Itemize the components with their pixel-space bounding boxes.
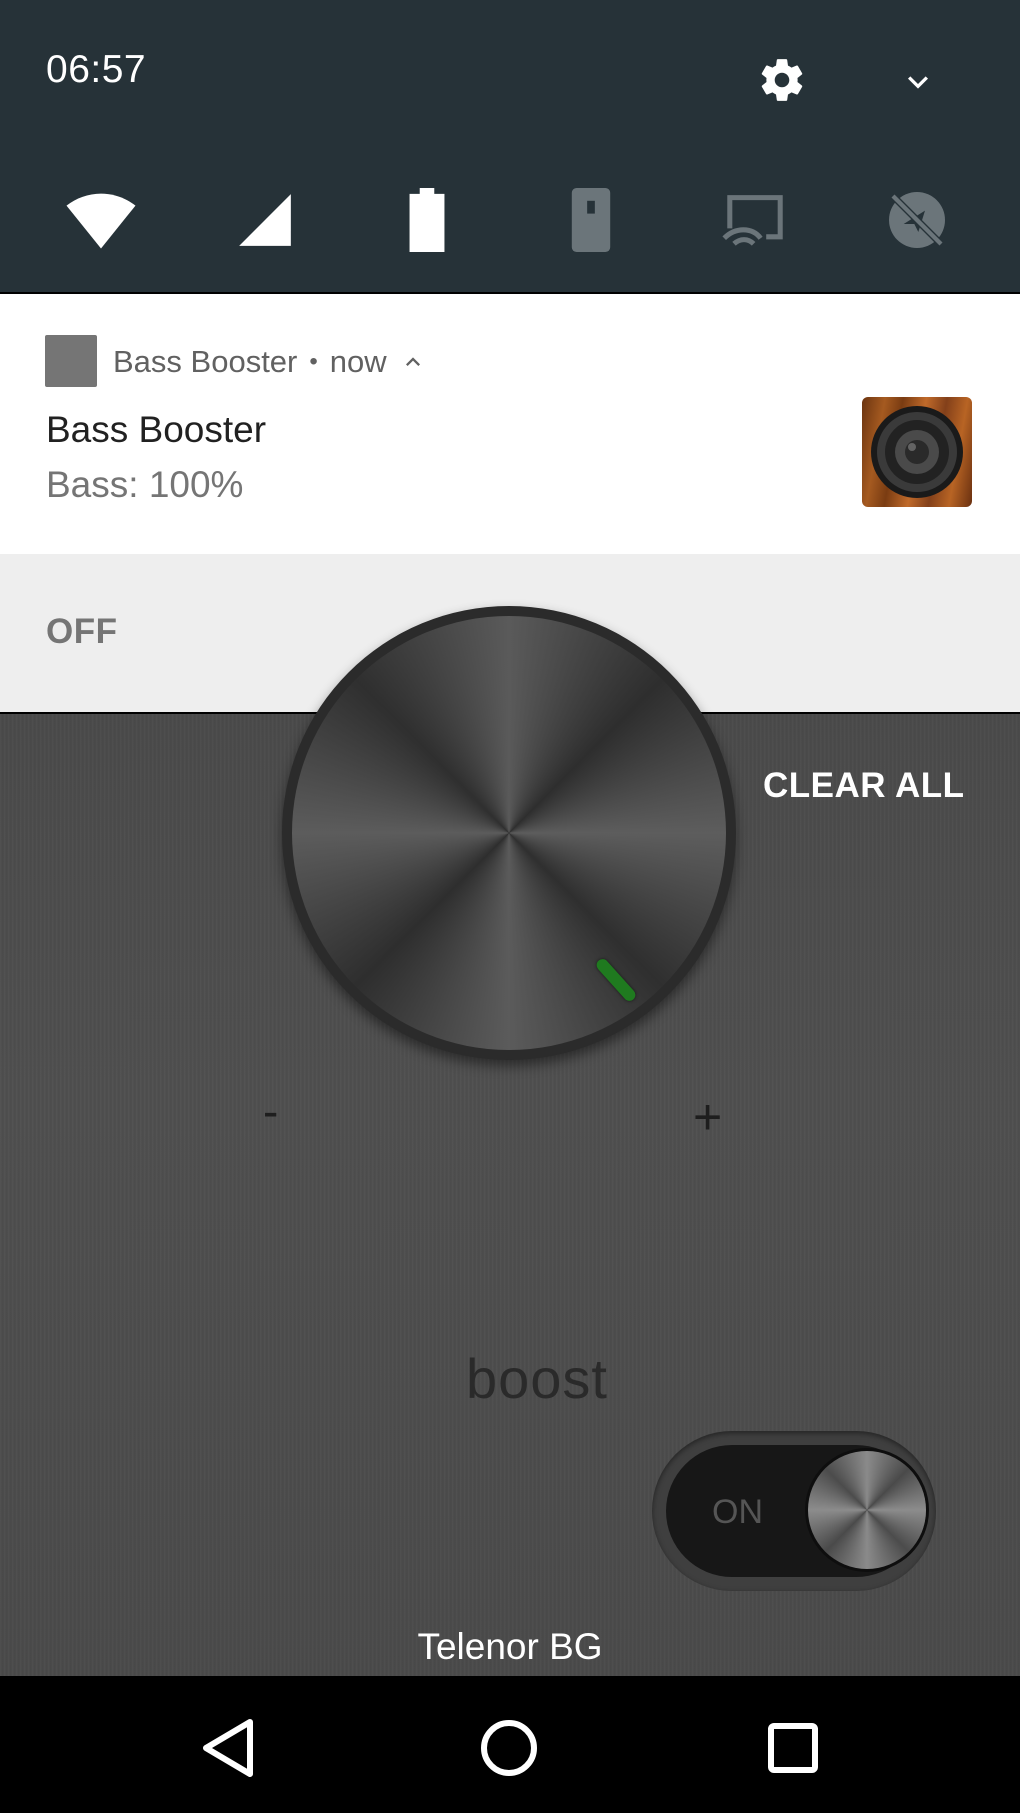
bass-booster-app: CLEAR ALL - + boost ON Telenor BG	[0, 606, 1020, 1676]
notification-title: Bass Booster	[46, 409, 267, 450]
speaker-icon	[862, 397, 972, 507]
clear-all-button[interactable]: CLEAR ALL	[763, 766, 965, 806]
carrier-label: Telenor BG	[417, 1626, 603, 1667]
location-off-icon	[889, 192, 945, 248]
boost-toggle[interactable]: ON	[652, 1431, 936, 1591]
notification-time: now	[329, 344, 387, 379]
recents-icon	[768, 1723, 818, 1773]
cast-icon	[722, 195, 783, 246]
home-button[interactable]	[459, 1698, 559, 1798]
back-button[interactable]	[178, 1698, 278, 1798]
notification-card[interactable]: Bass Booster • now Bass Booster Bass: 10…	[0, 294, 1020, 554]
settings-icon	[761, 59, 803, 101]
notification-header: Bass Booster • now	[113, 344, 427, 380]
boost-label: boost	[466, 1347, 608, 1410]
wifi-icon	[66, 193, 136, 249]
tile-flashlight[interactable]	[546, 182, 636, 258]
bass-knob[interactable]	[282, 606, 736, 1060]
toggle-track: ON	[666, 1445, 926, 1577]
chevron-down-icon	[908, 76, 928, 89]
chevron-up-icon[interactable]	[399, 348, 427, 376]
recents-button[interactable]	[743, 1698, 843, 1798]
app-small-icon	[45, 335, 97, 387]
tile-cast[interactable]	[710, 182, 800, 258]
flashlight-icon	[571, 188, 611, 252]
battery-icon	[409, 188, 445, 252]
plus-label: +	[693, 1089, 723, 1145]
notification-app-name: Bass Booster	[113, 344, 298, 379]
toggle-on-label: ON	[712, 1493, 763, 1531]
tile-battery[interactable]	[382, 182, 472, 258]
collapse-button[interactable]	[888, 52, 948, 112]
back-icon	[203, 1719, 253, 1777]
minus-label: -	[263, 1085, 279, 1137]
tile-location[interactable]	[872, 182, 962, 258]
notification-text: Bass: 100%	[46, 464, 244, 505]
home-icon	[481, 1720, 537, 1776]
clock: 06:57	[46, 48, 147, 91]
navigation-bar	[0, 1676, 1020, 1813]
toggle-thumb[interactable]	[808, 1451, 926, 1569]
notification-separator: •	[309, 348, 318, 375]
tile-wifi[interactable]	[56, 182, 146, 258]
off-action-button[interactable]: OFF	[46, 612, 117, 652]
tile-cellular[interactable]	[220, 182, 310, 258]
quick-settings-panel: 06:57	[0, 0, 1020, 292]
cellular-signal-icon	[239, 194, 291, 246]
knob-face	[292, 616, 726, 1050]
settings-button[interactable]	[750, 48, 814, 112]
